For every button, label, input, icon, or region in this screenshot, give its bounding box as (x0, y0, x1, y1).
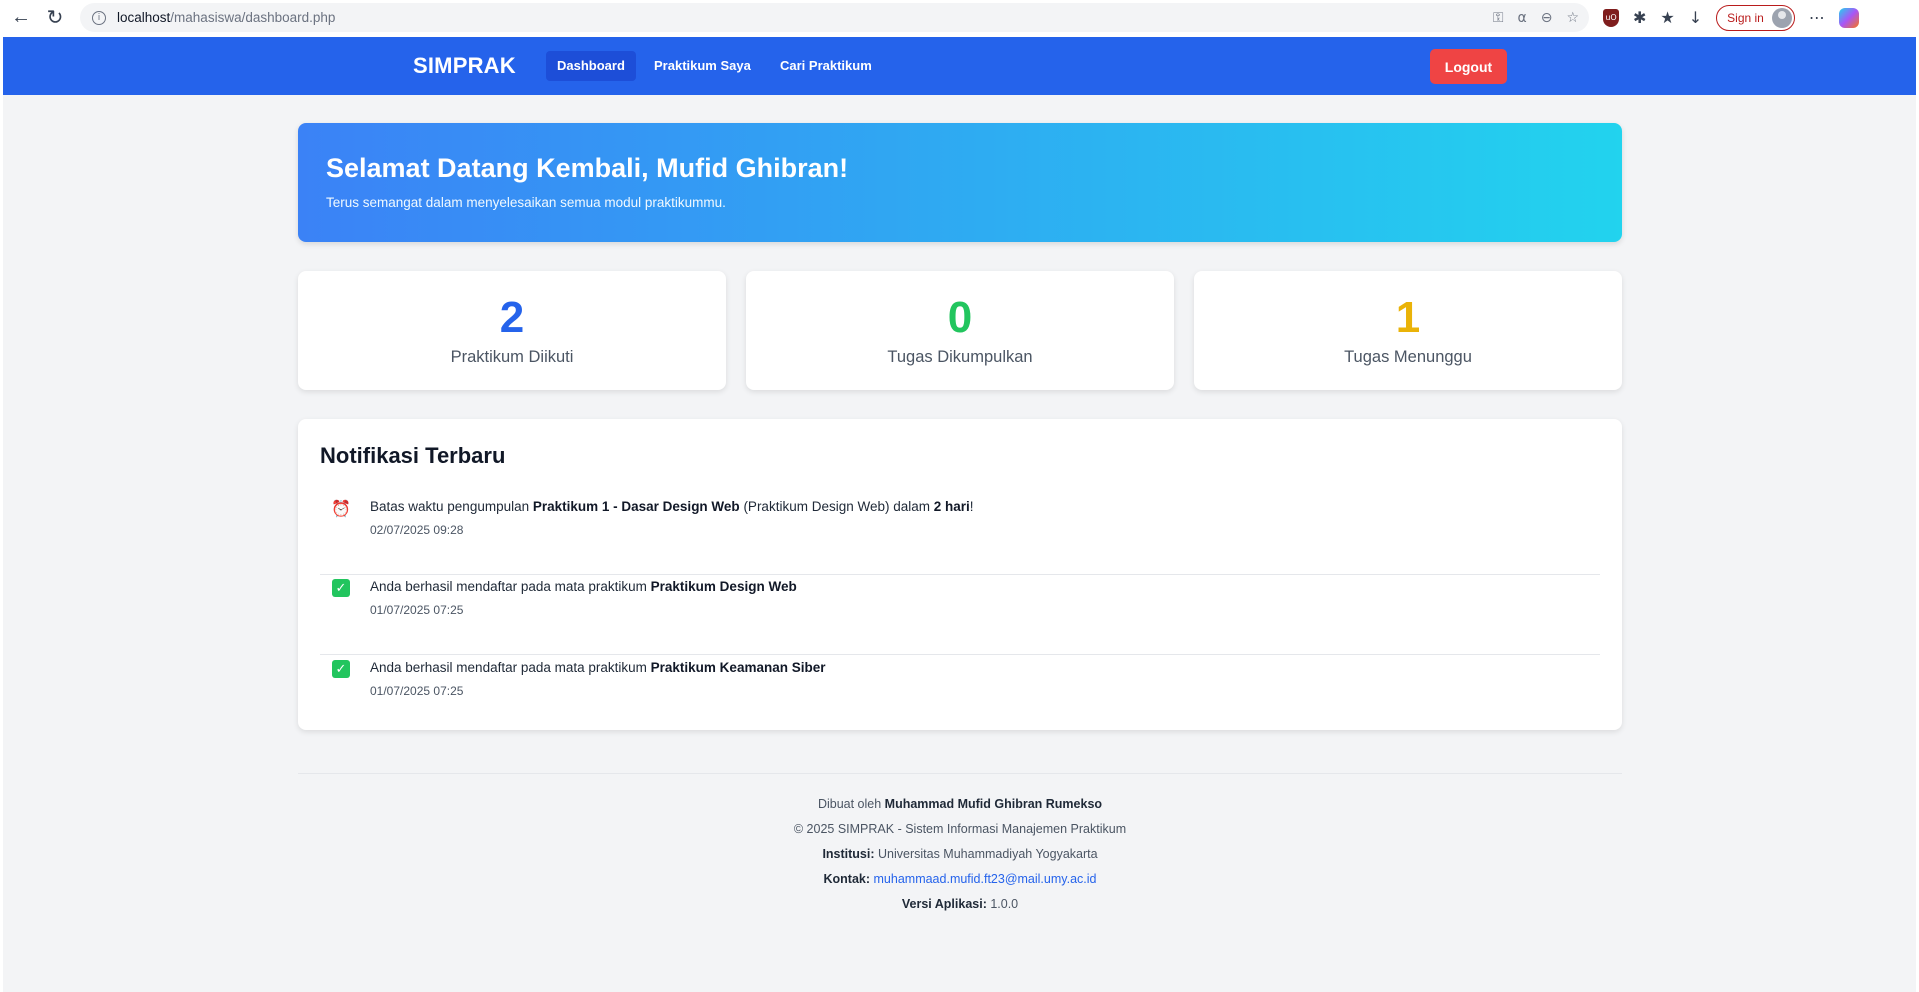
top-navbar: SIMPRAK Dashboard Praktikum Saya Cari Pr… (3, 37, 1916, 95)
star-icon[interactable]: ☆ (1566, 10, 1579, 26)
nav-link-cari-praktikum[interactable]: Cari Praktikum (769, 51, 883, 81)
stat-value: 2 (499, 293, 525, 342)
footer-contact: Kontak: muhammaad.mufid.ft23@mail.umy.ac… (823, 872, 1097, 886)
notification-time: 01/07/2025 07:25 (370, 603, 464, 617)
page-viewport: SIMPRAK Dashboard Praktikum Saya Cari Pr… (3, 37, 1916, 992)
check-box-icon: ✓ (332, 660, 350, 678)
contact-email-link[interactable]: muhammaad.mufid.ft23@mail.umy.ac.id (874, 872, 1097, 886)
logout-button[interactable]: Logout (1430, 49, 1507, 84)
welcome-subtitle: Terus semangat dalam menyelesaikan semua… (326, 195, 726, 210)
footer-divider (298, 773, 1622, 774)
check-box-icon: ✓ (332, 579, 350, 597)
extensions-puzzle-icon[interactable]: ✱ (1633, 8, 1646, 27)
back-arrow-icon[interactable]: ← (6, 3, 36, 33)
url-text[interactable]: localhost/mahasiswa/dashboard.php (117, 10, 335, 25)
notification-item: ✓ Anda berhasil mendaftar pada mata prak… (320, 656, 1600, 736)
notification-message: Anda berhasil mendaftar pada mata prakti… (370, 579, 797, 594)
stat-label: Tugas Dikumpulkan (887, 348, 1033, 366)
key-icon[interactable]: ⚿ (1493, 10, 1504, 26)
stat-card-tugas-menunggu: 1 Tugas Menunggu (1194, 271, 1622, 390)
favorites-icon[interactable]: ★ (1660, 8, 1674, 27)
footer-copyright: © 2025 SIMPRAK - Sistem Informasi Manaje… (793, 822, 1127, 836)
copilot-icon[interactable] (1838, 7, 1859, 28)
nav-link-praktikum-saya[interactable]: Praktikum Saya (643, 51, 762, 81)
notifications-panel: Notifikasi Terbaru ⏰ Batas waktu pengump… (298, 419, 1622, 730)
notification-time: 01/07/2025 07:25 (370, 684, 464, 698)
stat-value: 1 (1395, 293, 1421, 342)
brand-logo[interactable]: SIMPRAK (413, 53, 516, 79)
translate-icon[interactable]: α (1517, 10, 1526, 26)
nav-link-dashboard[interactable]: Dashboard (546, 51, 636, 81)
welcome-banner: Selamat Datang Kembali, Mufid Ghibran! T… (298, 123, 1622, 242)
stat-label: Praktikum Diikuti (450, 348, 574, 366)
more-menu-icon[interactable]: ⋯ (1809, 8, 1825, 27)
stat-card-praktikum-diikuti: 2 Praktikum Diikuti (298, 271, 726, 390)
ublock-extension-icon[interactable]: uO (1603, 8, 1619, 27)
downloads-icon[interactable]: ↓ (1689, 8, 1702, 27)
notification-item: ⏰ Batas waktu pengumpulan Praktikum 1 - … (320, 495, 1600, 575)
alarm-clock-icon: ⏰ (331, 498, 351, 518)
stat-label: Tugas Menunggu (1344, 348, 1472, 366)
notifications-title: Notifikasi Terbaru (320, 443, 506, 468)
stat-card-tugas-dikumpulkan: 0 Tugas Dikumpulkan (746, 271, 1174, 390)
footer-made-by: Dibuat oleh Muhammad Mufid Ghibran Rumek… (817, 797, 1103, 811)
welcome-title: Selamat Datang Kembali, Mufid Ghibran! (326, 153, 849, 183)
notification-message: Batas waktu pengumpulan Praktikum 1 - Da… (370, 499, 974, 514)
footer-institution: Institusi: Universitas Muhammadiyah Yogy… (822, 847, 1098, 861)
profile-avatar-icon (1771, 7, 1792, 28)
notification-item: ✓ Anda berhasil mendaftar pada mata prak… (320, 575, 1600, 655)
footer-version: Versi Aplikasi: 1.0.0 (901, 897, 1019, 911)
notification-time: 02/07/2025 09:28 (370, 523, 464, 537)
stat-value: 0 (947, 293, 973, 342)
notification-message: Anda berhasil mendaftar pada mata prakti… (370, 660, 826, 675)
reload-icon[interactable]: ↻ (40, 3, 70, 33)
zoom-out-icon[interactable]: ⊖ (1541, 10, 1553, 26)
sign-in-button[interactable]: Sign in (1716, 4, 1795, 31)
address-bar[interactable]: i localhost/mahasiswa/dashboard.php ⚿ α … (80, 3, 1589, 32)
browser-toolbar: ← ↻ i localhost/mahasiswa/dashboard.php … (0, 0, 1919, 35)
site-info-icon[interactable]: i (92, 10, 106, 25)
